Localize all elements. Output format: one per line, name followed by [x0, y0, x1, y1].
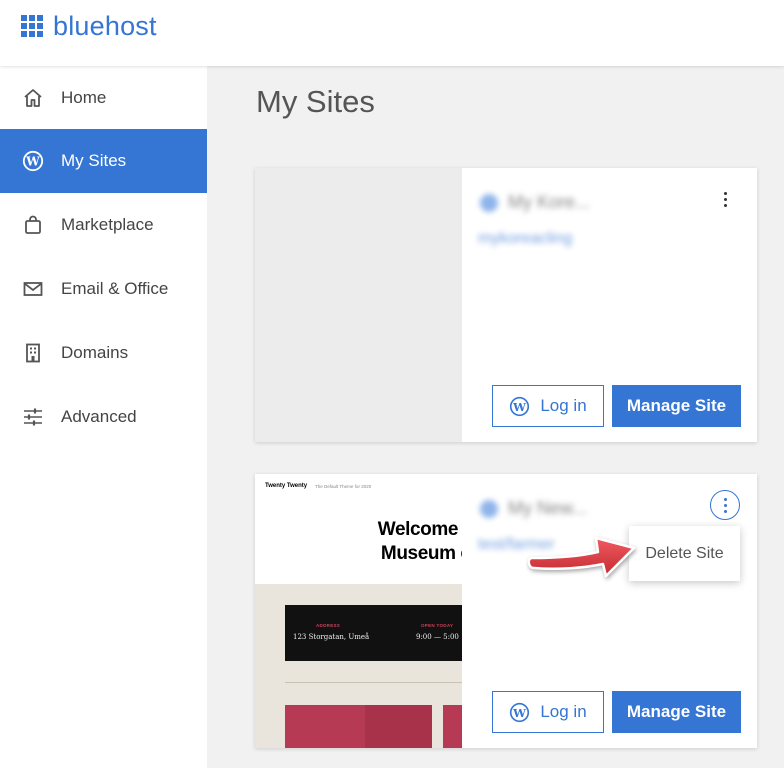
- delete-site-label: Delete Site: [645, 544, 724, 562]
- wordpress-icon: W: [510, 396, 530, 416]
- manage-site-button[interactable]: Manage Site: [612, 385, 741, 427]
- logo-text: bluehost: [53, 11, 157, 41]
- site-name[interactable]: My New...: [480, 498, 587, 519]
- site-favicon-icon: [480, 499, 498, 518]
- site-card-body: My New... test/farmer W Log in Manage Si…: [462, 474, 757, 748]
- logo-grid-icon: [21, 15, 43, 37]
- site-name[interactable]: My Kore...: [480, 192, 590, 213]
- annotation-arrow-icon: [527, 536, 636, 578]
- preview-address-value: 123 Storgatan, Umeå: [293, 633, 370, 641]
- page-title: My Sites: [256, 84, 375, 119]
- sidebar-item-label: Advanced: [61, 407, 137, 426]
- kebab-icon: [723, 496, 727, 514]
- shopping-bag-icon: [22, 214, 44, 236]
- site-options-menu-button[interactable]: [710, 490, 740, 520]
- site-name-text: My New...: [508, 498, 588, 518]
- preview-open-label: OPEN TODAY: [421, 623, 454, 628]
- sidebar-item-email-office[interactable]: Email & Office: [0, 257, 207, 321]
- preview-headline-line1: Welcome to the: [377, 519, 462, 540]
- sidebar-item-label: Domains: [61, 343, 129, 362]
- manage-site-button[interactable]: Manage Site: [612, 691, 741, 733]
- svg-text:W: W: [512, 399, 526, 413]
- preview-address-label: ADDRESS: [316, 623, 341, 628]
- envelope-icon: [22, 278, 44, 300]
- sidebar: Home W My Sites Marketplace Email & Offi…: [0, 66, 207, 768]
- site-card: Twenty Twenty The Default Theme for 2020…: [255, 474, 757, 748]
- preview-info-box: ADDRESS 123 Storgatan, Umeå OPEN TODAY 9…: [285, 605, 462, 661]
- delete-site-menu-item[interactable]: Delete Site: [629, 526, 740, 581]
- site-thumbnail[interactable]: Twenty Twenty The Default Theme for 2020…: [255, 474, 462, 748]
- site-options-menu-button[interactable]: [710, 184, 740, 214]
- preview-headline-line2: Museum of Mo: [380, 543, 462, 564]
- home-icon: [22, 87, 44, 109]
- login-label: Log in: [540, 702, 587, 721]
- preview-tagline: The Default Theme for 2020: [315, 484, 372, 489]
- preview-brand: Twenty Twenty: [265, 483, 308, 489]
- svg-text:W: W: [512, 705, 526, 719]
- preview-divider: [285, 682, 462, 683]
- sidebar-item-my-sites[interactable]: W My Sites: [0, 129, 207, 193]
- sidebar-item-label: Email & Office: [61, 279, 169, 298]
- sidebar-item-advanced[interactable]: Advanced: [0, 385, 207, 449]
- sidebar-item-label: Home: [61, 88, 107, 107]
- login-button[interactable]: W Log in: [492, 385, 604, 427]
- login-label: Log in: [540, 396, 587, 415]
- preview-image-block: [443, 705, 462, 748]
- site-url[interactable]: mykoreacling: [478, 230, 572, 248]
- building-icon: [22, 342, 44, 364]
- manage-site-label: Manage Site: [626, 396, 727, 415]
- preview-image-block: [365, 705, 432, 748]
- wordpress-icon: W: [510, 702, 530, 722]
- site-favicon-icon: [480, 193, 498, 212]
- sidebar-item-label: Marketplace: [61, 215, 154, 234]
- login-button[interactable]: W Log in: [492, 691, 604, 733]
- preview-header: Twenty Twenty The Default Theme for 2020…: [255, 474, 462, 584]
- svg-text:W: W: [25, 155, 40, 169]
- wordpress-icon: W: [22, 150, 44, 172]
- sidebar-item-domains[interactable]: Domains: [0, 321, 207, 385]
- sidebar-item-marketplace[interactable]: Marketplace: [0, 193, 207, 257]
- site-name-text: My Kore...: [508, 192, 591, 212]
- bluehost-logo[interactable]: bluehost: [21, 11, 157, 41]
- site-card-body: My Kore... mykoreacling W Log in Manage …: [462, 168, 757, 442]
- site-thumbnail[interactable]: [255, 168, 462, 442]
- site-card: My Kore... mykoreacling W Log in Manage …: [255, 168, 757, 442]
- preview-open-value: 9:00 — 5:00: [416, 633, 459, 641]
- sliders-icon: [22, 406, 44, 428]
- manage-site-label: Manage Site: [626, 702, 727, 721]
- top-bar: bluehost: [0, 0, 784, 66]
- sidebar-item-label: My Sites: [61, 151, 127, 170]
- preview-headline: Welcome to the Museum of Mo: [315, 518, 462, 566]
- sidebar-item-home[interactable]: Home: [0, 66, 207, 130]
- kebab-icon: [723, 190, 727, 208]
